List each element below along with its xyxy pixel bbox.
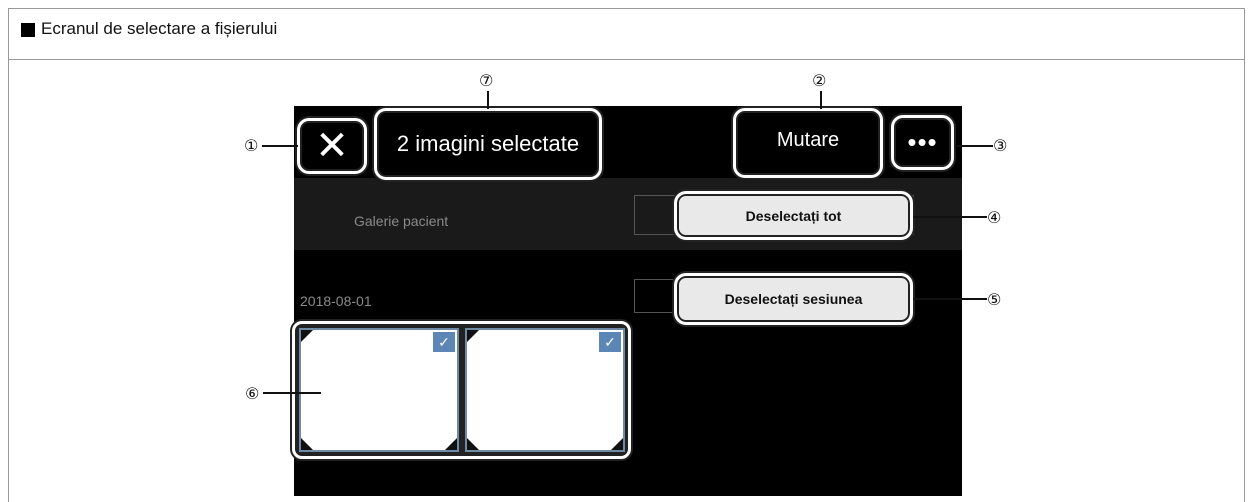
callout-7: ⑦ <box>479 71 494 90</box>
thumbnail-grid: ✓ ✓ <box>292 321 631 459</box>
callout-line-7 <box>487 91 489 109</box>
callout-line-1 <box>262 145 298 147</box>
figure-header: Ecranul de selectare a fișierului <box>9 9 1244 60</box>
more-options-button[interactable]: ••• <box>891 115 954 170</box>
callout-5: ⑤ <box>987 290 1002 309</box>
callout-line-2 <box>820 91 822 109</box>
corner-mark <box>301 438 313 450</box>
callout-6: ⑥ <box>245 384 260 403</box>
square-bullet-icon <box>21 23 35 37</box>
figure-heading: Ecranul de selectare a fișierului <box>41 19 278 38</box>
callout-3: ③ <box>993 136 1008 155</box>
gallery-label: Galerie pacient <box>354 213 449 229</box>
callout-1: ① <box>244 136 259 155</box>
deselect-session-button[interactable]: Deselectați sesiunea <box>674 273 913 325</box>
thumbnail-item[interactable]: ✓ <box>465 328 625 452</box>
callout-4: ④ <box>987 208 1002 227</box>
check-icon[interactable]: ✓ <box>433 332 455 352</box>
thumbnail-item[interactable]: ✓ <box>299 328 459 452</box>
corner-mark <box>445 438 457 450</box>
callout-line-4 <box>913 216 987 218</box>
close-icon: ✕ <box>315 124 349 168</box>
callout-line-3 <box>955 145 993 147</box>
callout-2: ② <box>812 71 827 90</box>
corner-mark <box>611 438 623 450</box>
corner-mark <box>467 330 479 342</box>
more-options-icon: ••• <box>907 127 938 157</box>
callout-line-6 <box>263 392 321 394</box>
deselect-all-button[interactable]: Deselectați tot <box>674 191 913 240</box>
corner-mark <box>467 438 479 450</box>
close-button[interactable]: ✕ <box>297 118 367 174</box>
move-button[interactable]: Mutare <box>733 108 883 178</box>
corner-mark <box>301 330 313 342</box>
check-icon[interactable]: ✓ <box>599 332 621 352</box>
callout-line-5 <box>913 298 987 300</box>
selection-count-title: 2 imagini selectate <box>374 108 602 180</box>
session-date: 2018-08-01 <box>300 293 372 309</box>
